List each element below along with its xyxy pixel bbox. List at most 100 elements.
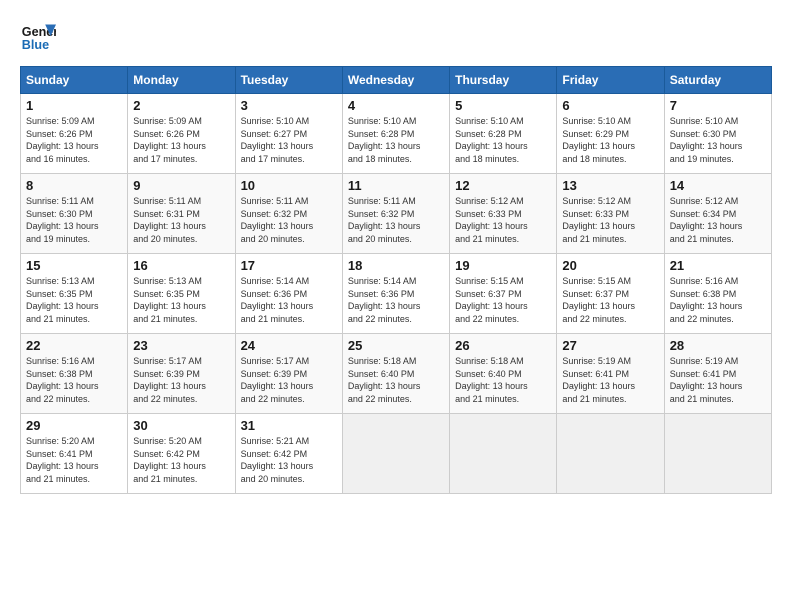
day-info: Sunrise: 5:10 AM Sunset: 6:30 PM Dayligh… bbox=[670, 115, 766, 165]
day-number: 1 bbox=[26, 98, 122, 113]
day-number: 9 bbox=[133, 178, 229, 193]
day-number: 23 bbox=[133, 338, 229, 353]
day-info: Sunrise: 5:10 AM Sunset: 6:28 PM Dayligh… bbox=[455, 115, 551, 165]
day-info: Sunrise: 5:12 AM Sunset: 6:33 PM Dayligh… bbox=[562, 195, 658, 245]
calendar-week-row: 29 Sunrise: 5:20 AM Sunset: 6:41 PM Dayli… bbox=[21, 414, 772, 494]
calendar-day-cell: 29 Sunrise: 5:20 AM Sunset: 6:41 PM Dayli… bbox=[21, 414, 128, 494]
empty-cell bbox=[557, 414, 664, 494]
day-number: 28 bbox=[670, 338, 766, 353]
day-info: Sunrise: 5:12 AM Sunset: 6:34 PM Dayligh… bbox=[670, 195, 766, 245]
calendar-day-cell: 8 Sunrise: 5:11 AM Sunset: 6:30 PM Daylig… bbox=[21, 174, 128, 254]
calendar-day-cell: 17Sunrise: 5:14 AM Sunset: 6:36 PM Dayli… bbox=[235, 254, 342, 334]
empty-cell bbox=[664, 414, 771, 494]
day-info: Sunrise: 5:21 AM Sunset: 6:42 PM Dayligh… bbox=[241, 435, 337, 485]
day-number: 30 bbox=[133, 418, 229, 433]
day-number: 15 bbox=[26, 258, 122, 273]
day-header-saturday: Saturday bbox=[664, 67, 771, 94]
day-number: 31 bbox=[241, 418, 337, 433]
logo-icon: General Blue bbox=[20, 20, 56, 56]
day-info: Sunrise: 5:14 AM Sunset: 6:36 PM Dayligh… bbox=[241, 275, 337, 325]
day-number: 25 bbox=[348, 338, 444, 353]
day-info: Sunrise: 5:17 AM Sunset: 6:39 PM Dayligh… bbox=[241, 355, 337, 405]
day-info: Sunrise: 5:18 AM Sunset: 6:40 PM Dayligh… bbox=[348, 355, 444, 405]
day-number: 16 bbox=[133, 258, 229, 273]
day-info: Sunrise: 5:09 AM Sunset: 6:26 PM Dayligh… bbox=[133, 115, 229, 165]
day-header-monday: Monday bbox=[128, 67, 235, 94]
day-number: 29 bbox=[26, 418, 122, 433]
day-header-thursday: Thursday bbox=[450, 67, 557, 94]
calendar-day-cell: 13 Sunrise: 5:12 AM Sunset: 6:33 PM Dayli… bbox=[557, 174, 664, 254]
day-number: 13 bbox=[562, 178, 658, 193]
calendar-day-cell: 2 Sunrise: 5:09 AM Sunset: 6:26 PM Daylig… bbox=[128, 94, 235, 174]
calendar-day-cell: 7 Sunrise: 5:10 AM Sunset: 6:30 PM Daylig… bbox=[664, 94, 771, 174]
calendar-day-cell: 18Sunrise: 5:14 AM Sunset: 6:36 PM Dayli… bbox=[342, 254, 449, 334]
day-info: Sunrise: 5:15 AM Sunset: 6:37 PM Dayligh… bbox=[562, 275, 658, 325]
day-header-wednesday: Wednesday bbox=[342, 67, 449, 94]
day-number: 10 bbox=[241, 178, 337, 193]
day-info: Sunrise: 5:11 AM Sunset: 6:30 PM Dayligh… bbox=[26, 195, 122, 245]
day-info: Sunrise: 5:10 AM Sunset: 6:29 PM Dayligh… bbox=[562, 115, 658, 165]
calendar-day-cell: 24Sunrise: 5:17 AM Sunset: 6:39 PM Dayli… bbox=[235, 334, 342, 414]
header: General Blue bbox=[20, 20, 772, 56]
day-number: 19 bbox=[455, 258, 551, 273]
day-info: Sunrise: 5:19 AM Sunset: 6:41 PM Dayligh… bbox=[670, 355, 766, 405]
day-info: Sunrise: 5:15 AM Sunset: 6:37 PM Dayligh… bbox=[455, 275, 551, 325]
day-info: Sunrise: 5:18 AM Sunset: 6:40 PM Dayligh… bbox=[455, 355, 551, 405]
calendar-day-cell: 27 Sunrise: 5:19 AM Sunset: 6:41 PM Dayli… bbox=[557, 334, 664, 414]
day-info: Sunrise: 5:16 AM Sunset: 6:38 PM Dayligh… bbox=[26, 355, 122, 405]
day-number: 11 bbox=[348, 178, 444, 193]
day-number: 2 bbox=[133, 98, 229, 113]
day-info: Sunrise: 5:20 AM Sunset: 6:41 PM Dayligh… bbox=[26, 435, 122, 485]
day-number: 6 bbox=[562, 98, 658, 113]
calendar-week-row: 22 Sunrise: 5:16 AM Sunset: 6:38 PM Dayli… bbox=[21, 334, 772, 414]
calendar-day-cell: 21 Sunrise: 5:16 AM Sunset: 6:38 PM Dayli… bbox=[664, 254, 771, 334]
calendar-week-row: 1 Sunrise: 5:09 AM Sunset: 6:26 PM Daylig… bbox=[21, 94, 772, 174]
day-info: Sunrise: 5:20 AM Sunset: 6:42 PM Dayligh… bbox=[133, 435, 229, 485]
day-number: 14 bbox=[670, 178, 766, 193]
day-info: Sunrise: 5:12 AM Sunset: 6:33 PM Dayligh… bbox=[455, 195, 551, 245]
calendar-day-cell: 16 Sunrise: 5:13 AM Sunset: 6:35 PM Dayli… bbox=[128, 254, 235, 334]
empty-cell bbox=[342, 414, 449, 494]
logo: General Blue bbox=[20, 20, 56, 56]
day-number: 12 bbox=[455, 178, 551, 193]
day-number: 27 bbox=[562, 338, 658, 353]
calendar-table: SundayMondayTuesdayWednesdayThursdayFrid… bbox=[20, 66, 772, 494]
day-number: 4 bbox=[348, 98, 444, 113]
calendar-day-cell: 25 Sunrise: 5:18 AM Sunset: 6:40 PM Dayli… bbox=[342, 334, 449, 414]
day-number: 26 bbox=[455, 338, 551, 353]
calendar-day-cell: 4 Sunrise: 5:10 AM Sunset: 6:28 PM Daylig… bbox=[342, 94, 449, 174]
calendar-day-cell: 19 Sunrise: 5:15 AM Sunset: 6:37 PM Dayli… bbox=[450, 254, 557, 334]
day-number: 20 bbox=[562, 258, 658, 273]
day-info: Sunrise: 5:16 AM Sunset: 6:38 PM Dayligh… bbox=[670, 275, 766, 325]
day-number: 8 bbox=[26, 178, 122, 193]
day-info: Sunrise: 5:13 AM Sunset: 6:35 PM Dayligh… bbox=[133, 275, 229, 325]
day-number: 22 bbox=[26, 338, 122, 353]
day-number: 18 bbox=[348, 258, 444, 273]
day-number: 5 bbox=[455, 98, 551, 113]
calendar-day-cell: 5 Sunrise: 5:10 AM Sunset: 6:28 PM Daylig… bbox=[450, 94, 557, 174]
day-info: Sunrise: 5:11 AM Sunset: 6:32 PM Dayligh… bbox=[241, 195, 337, 245]
calendar-day-cell: 14 Sunrise: 5:12 AM Sunset: 6:34 PM Dayli… bbox=[664, 174, 771, 254]
day-info: Sunrise: 5:09 AM Sunset: 6:26 PM Dayligh… bbox=[26, 115, 122, 165]
calendar-day-cell: 10 Sunrise: 5:11 AM Sunset: 6:32 PM Dayli… bbox=[235, 174, 342, 254]
calendar-day-cell: 28 Sunrise: 5:19 AM Sunset: 6:41 PM Dayli… bbox=[664, 334, 771, 414]
day-info: Sunrise: 5:19 AM Sunset: 6:41 PM Dayligh… bbox=[562, 355, 658, 405]
calendar-week-row: 8 Sunrise: 5:11 AM Sunset: 6:30 PM Daylig… bbox=[21, 174, 772, 254]
calendar-day-cell: 3Sunrise: 5:10 AM Sunset: 6:27 PM Daylig… bbox=[235, 94, 342, 174]
calendar-day-cell: 30 Sunrise: 5:20 AM Sunset: 6:42 PM Dayli… bbox=[128, 414, 235, 494]
calendar-day-cell: 26 Sunrise: 5:18 AM Sunset: 6:40 PM Dayli… bbox=[450, 334, 557, 414]
svg-text:Blue: Blue bbox=[22, 38, 49, 52]
calendar-day-cell: 20 Sunrise: 5:15 AM Sunset: 6:37 PM Dayli… bbox=[557, 254, 664, 334]
day-info: Sunrise: 5:11 AM Sunset: 6:31 PM Dayligh… bbox=[133, 195, 229, 245]
day-info: Sunrise: 5:11 AM Sunset: 6:32 PM Dayligh… bbox=[348, 195, 444, 245]
calendar-day-cell: 9 Sunrise: 5:11 AM Sunset: 6:31 PM Daylig… bbox=[128, 174, 235, 254]
day-header-friday: Friday bbox=[557, 67, 664, 94]
calendar-day-cell: 15Sunrise: 5:13 AM Sunset: 6:35 PM Dayli… bbox=[21, 254, 128, 334]
day-number: 21 bbox=[670, 258, 766, 273]
day-number: 3 bbox=[241, 98, 337, 113]
calendar-day-cell: 1 Sunrise: 5:09 AM Sunset: 6:26 PM Daylig… bbox=[21, 94, 128, 174]
day-number: 7 bbox=[670, 98, 766, 113]
calendar-day-cell: 6 Sunrise: 5:10 AM Sunset: 6:29 PM Daylig… bbox=[557, 94, 664, 174]
day-info: Sunrise: 5:10 AM Sunset: 6:28 PM Dayligh… bbox=[348, 115, 444, 165]
calendar-day-cell: 11 Sunrise: 5:11 AM Sunset: 6:32 PM Dayli… bbox=[342, 174, 449, 254]
